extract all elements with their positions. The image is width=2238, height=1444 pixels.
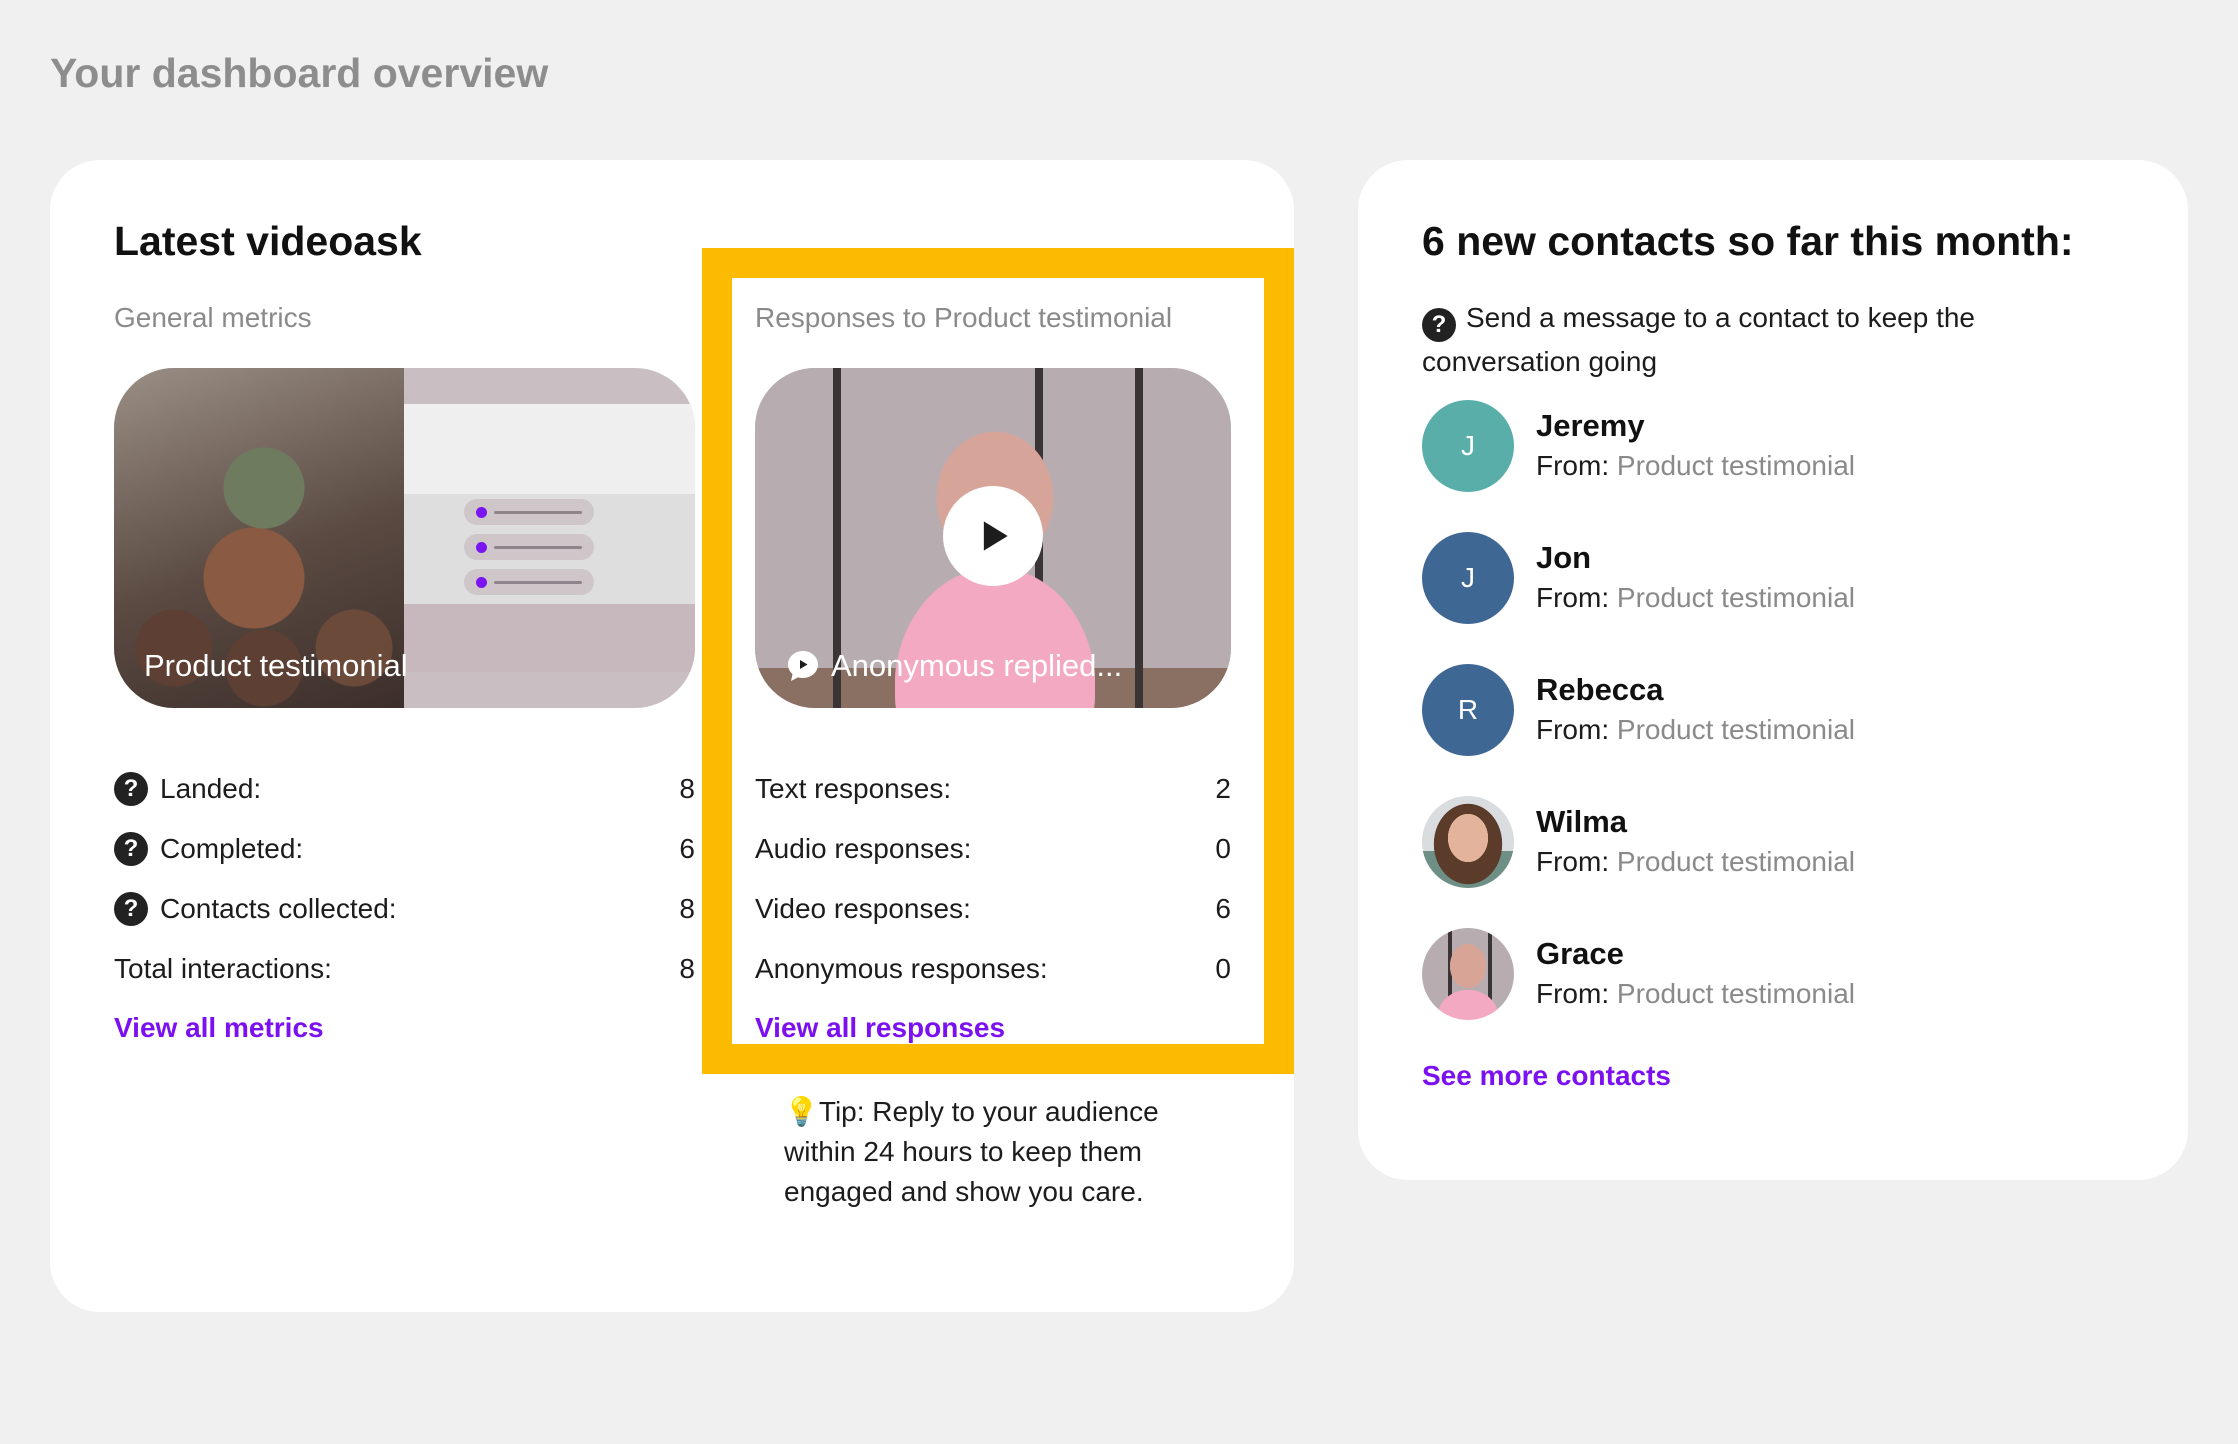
metric-audio-responses: Audio responses: 0 [755, 829, 1231, 869]
reply-caption: Anonymous replied... [785, 648, 1122, 684]
tip-text: Tip: Reply to your audience within 24 ho… [784, 1096, 1159, 1207]
contact-name: Jon [1536, 540, 1592, 575]
metric-contacts-collected: ? Contacts collected: 8 [114, 889, 695, 929]
contact-item[interactable]: Grace From: Product testimonial [1422, 928, 2122, 1020]
metric-value: 6 [679, 833, 695, 864]
view-all-responses-link[interactable]: View all responses [755, 1012, 1005, 1044]
contact-item[interactable]: Wilma From: Product testimonial [1422, 796, 2122, 888]
videoask-thumbnail[interactable]: Product testimonial [114, 368, 695, 708]
response-video-thumbnail[interactable]: Anonymous replied... [755, 368, 1231, 708]
help-icon[interactable]: ? [114, 892, 148, 926]
avatar: J [1422, 532, 1514, 624]
metric-anonymous-responses: Anonymous responses: 0 [755, 949, 1231, 989]
contact-source: From: Product testimonial [1536, 714, 1855, 745]
form-preview [404, 404, 695, 672]
metric-value: 8 [679, 893, 695, 924]
metric-label: Contacts collected: [160, 893, 397, 924]
contacts-note-text: Send a message to a contact to keep the … [1422, 302, 1976, 377]
responses-label: Responses to Product testimonial [755, 302, 1173, 333]
help-icon[interactable]: ? [1422, 308, 1456, 342]
metric-value: 2 [1215, 773, 1231, 804]
metric-landed: ? Landed: 8 [114, 769, 695, 809]
metric-value: 6 [1215, 893, 1231, 924]
avatar [1422, 928, 1514, 1020]
slider-row [464, 499, 594, 525]
card-title: Latest videoask [114, 218, 422, 264]
metric-label: Text responses: [755, 773, 952, 804]
metric-value: 0 [1215, 833, 1231, 864]
contact-name: Jeremy [1536, 408, 1645, 443]
lightbulb-icon: 💡 [784, 1096, 819, 1127]
metric-video-responses: Video responses: 6 [755, 889, 1231, 929]
contact-item[interactable]: J Jeremy From: Product testimonial [1422, 400, 2122, 492]
metric-label: Audio responses: [755, 833, 972, 864]
avatar: J [1422, 400, 1514, 492]
metric-value: 8 [679, 953, 695, 984]
help-icon[interactable]: ? [114, 772, 148, 806]
contact-item[interactable]: J Jon From: Product testimonial [1422, 532, 2122, 624]
page-title: Your dashboard overview [50, 50, 549, 96]
contact-name: Rebecca [1536, 672, 1664, 707]
latest-videoask-card: Latest videoask General metrics Product … [50, 160, 1294, 1312]
general-metrics-label: General metrics [114, 302, 312, 333]
contact-source: From: Product testimonial [1536, 978, 1855, 1009]
metric-label: Video responses: [755, 893, 971, 924]
reply-tip: 💡Tip: Reply to your audience within 24 h… [784, 1092, 1204, 1212]
contact-item[interactable]: R Rebecca From: Product testimonial [1422, 664, 2122, 756]
play-icon [983, 521, 1008, 551]
play-button[interactable] [943, 486, 1043, 586]
metric-total-interactions: Total interactions: 8 [114, 949, 695, 989]
metric-label: Total interactions: [114, 953, 332, 984]
chat-bubble-icon [788, 651, 818, 681]
avatar [1422, 796, 1514, 888]
metric-value: 0 [1215, 953, 1231, 984]
help-icon[interactable]: ? [114, 832, 148, 866]
thumbnail-caption: Product testimonial [144, 648, 408, 683]
slider-row [464, 534, 594, 560]
metric-label: Landed: [160, 773, 262, 804]
see-more-contacts-link[interactable]: See more contacts [1422, 1060, 1671, 1092]
metric-label: Anonymous responses: [755, 953, 1048, 984]
metric-value: 8 [679, 773, 695, 804]
contact-name: Grace [1536, 936, 1624, 971]
new-contacts-card: 6 new contacts so far this month: ? Send … [1358, 160, 2188, 1180]
metric-completed: ? Completed: 6 [114, 829, 695, 869]
contacts-note: ? Send a message to a contact to keep the… [1422, 298, 2102, 382]
contact-name: Wilma [1536, 804, 1628, 839]
contact-source: From: Product testimonial [1536, 450, 1855, 481]
contacts-title: 6 new contacts so far this month: [1422, 218, 2074, 264]
contact-source: From: Product testimonial [1536, 846, 1855, 877]
metric-label: Completed: [160, 833, 304, 864]
avatar: R [1422, 664, 1514, 756]
contact-source: From: Product testimonial [1536, 582, 1855, 613]
view-all-metrics-link[interactable]: View all metrics [114, 1012, 324, 1044]
reply-caption-text: Anonymous replied... [831, 648, 1123, 683]
slider-row [464, 569, 594, 595]
metric-text-responses: Text responses: 2 [755, 769, 1231, 809]
